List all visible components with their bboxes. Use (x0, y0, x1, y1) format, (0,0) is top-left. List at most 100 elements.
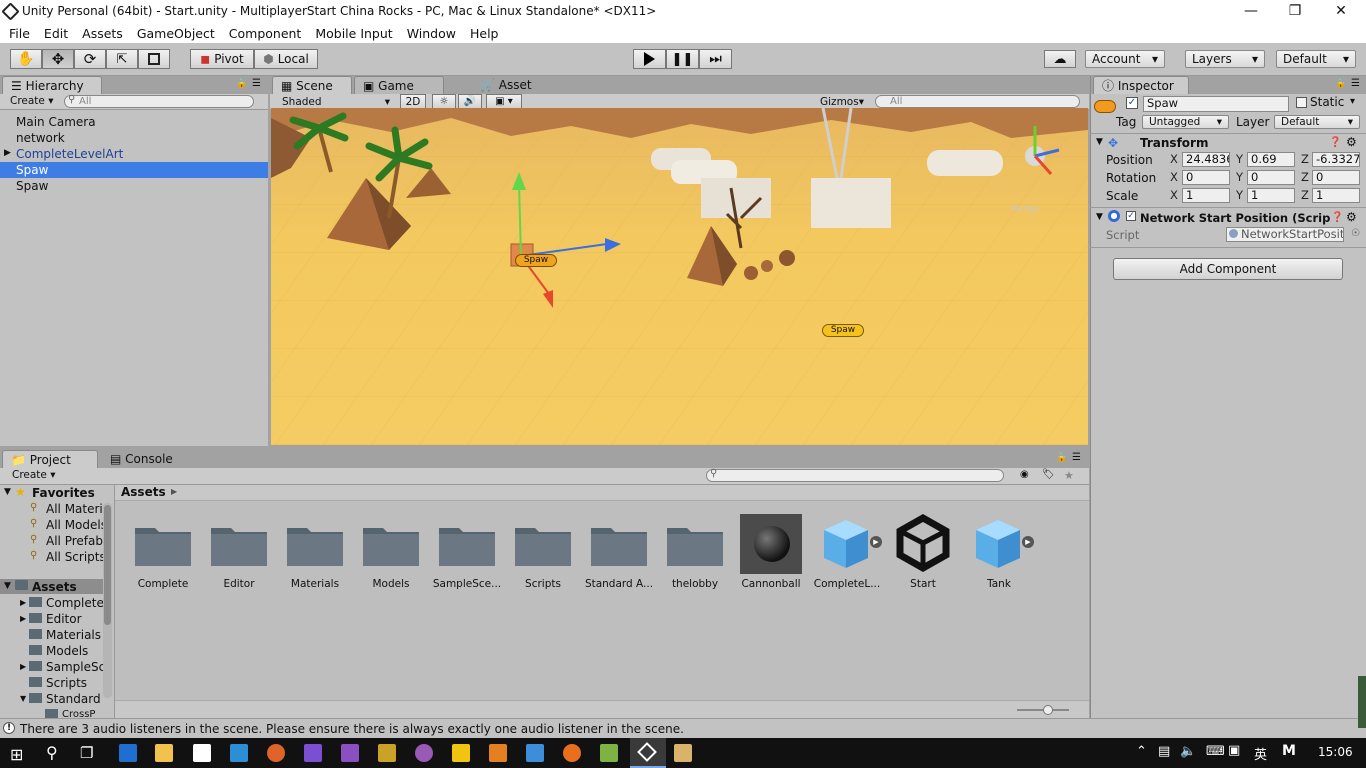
hierarchy-item-completelevelart[interactable]: CompleteLevelArt (16, 146, 123, 162)
unity-taskbar-button[interactable] (630, 738, 666, 768)
create-dropdown[interactable]: Create ▾ (4, 94, 60, 109)
message-icon[interactable]: ▣ (1228, 743, 1240, 758)
menu-window[interactable]: Window (400, 25, 463, 43)
expand-arrow-icon[interactable]: ▶ (20, 598, 26, 607)
assets-tree-item[interactable]: Models (46, 643, 88, 659)
app-icon[interactable] (489, 744, 507, 762)
favorite-item[interactable]: All Models (46, 517, 104, 533)
collapse-arrow-icon[interactable]: ▼ (1096, 212, 1103, 222)
position-y-field[interactable]: 0.69 (1247, 152, 1295, 167)
assets-tree-item[interactable]: Complete (46, 595, 104, 611)
panel-menu-icon[interactable]: ☰ (1351, 78, 1360, 89)
explorer-icon[interactable] (155, 744, 173, 762)
hierarchy-item-spaw[interactable]: Spaw (16, 178, 48, 194)
scale-x-field[interactable]: 1 (1182, 188, 1230, 203)
effects-dropdown[interactable]: ▣ ▾ (486, 94, 522, 109)
menu-component[interactable]: Component (222, 25, 309, 43)
expand-play-icon[interactable]: ▶ (870, 536, 882, 548)
filter-label-icon[interactable]: 🏷 (1042, 469, 1055, 480)
edge-icon[interactable] (119, 744, 137, 762)
app-icon[interactable] (526, 744, 544, 762)
blender-icon[interactable] (563, 744, 581, 762)
assets-tree-item[interactable]: CrossP (62, 707, 95, 718)
hierarchy-item-main-camera[interactable]: Main Camera (16, 114, 96, 130)
firefox-icon[interactable] (267, 744, 285, 762)
rotation-x-field[interactable]: 0 (1182, 170, 1230, 185)
status-bar[interactable]: ! There are 3 audio listeners in the sce… (0, 718, 1366, 738)
hierarchy-item-network[interactable]: network (16, 130, 65, 146)
cloud-button[interactable]: ☁ (1044, 50, 1076, 68)
scale-y-field[interactable]: 1 (1247, 188, 1295, 203)
hierarchy-item-spaw-selected[interactable]: Spaw (16, 162, 48, 178)
scene-viewport[interactable]: Spaw Spaw Persp (271, 108, 1088, 445)
menu-assets[interactable]: Assets (75, 25, 130, 43)
scene-search-input[interactable]: All (875, 95, 1080, 108)
network-icon[interactable]: ▤ (1158, 744, 1170, 759)
android-icon[interactable] (600, 744, 618, 762)
lighting-toggle[interactable]: ☼ (432, 94, 456, 109)
layout-dropdown[interactable]: Default ▾ (1276, 50, 1356, 68)
favorite-item[interactable]: All Prefab (46, 533, 103, 549)
tab-inspector[interactable]: ⓘ Inspector (1093, 76, 1189, 94)
menu-help[interactable]: Help (463, 25, 506, 43)
panel-menu-icon[interactable]: ☰ (1072, 452, 1081, 463)
assets-tree-item[interactable]: SampleSc (46, 659, 104, 675)
infinity-icon[interactable] (304, 744, 322, 762)
expand-play-icon[interactable]: ▶ (1022, 536, 1034, 548)
expand-arrow-icon[interactable]: ▶ (20, 614, 26, 623)
collapse-arrow-icon[interactable]: ▼ (20, 694, 26, 703)
menu-gameobject[interactable]: GameObject (130, 25, 222, 43)
favorite-item[interactable]: All Scripts (46, 549, 104, 565)
lock-icon[interactable]: 🔒 (1335, 79, 1346, 89)
object-name-input[interactable]: Spaw (1143, 96, 1289, 112)
local-toggle-button[interactable]: ⬢ Local (254, 49, 318, 69)
collapse-arrow-icon[interactable]: ▼ (1096, 137, 1103, 147)
pause-button[interactable]: ❚❚ (666, 49, 699, 69)
rotate-tool-button[interactable]: ⟳ (74, 49, 106, 69)
assets-tree-item[interactable]: Scripts (46, 675, 87, 691)
chevron-up-icon[interactable]: ⌃ (1136, 744, 1147, 759)
star-icon[interactable]: ★ (1064, 469, 1074, 482)
volume-icon[interactable]: 🔈 (1180, 744, 1196, 759)
help-icon[interactable]: ❓ (1329, 137, 1341, 148)
layer-dropdown[interactable]: Default ▾ (1274, 115, 1360, 129)
menu-file[interactable]: File (2, 25, 37, 43)
search-icon[interactable]: ⚲ (46, 743, 58, 762)
mode-2d-button[interactable]: 2D (400, 94, 426, 109)
breadcrumb-assets[interactable]: Assets (121, 485, 166, 499)
play-button[interactable] (633, 49, 666, 69)
pivot-toggle-button[interactable]: ◼ Pivot (190, 49, 254, 69)
tab-game[interactable]: ▣ Game (354, 76, 444, 94)
assets-tree-item[interactable]: Standard (46, 691, 101, 707)
script-field[interactable]: NetworkStartPosit (1226, 227, 1344, 242)
app-icon[interactable] (230, 744, 248, 762)
position-z-field[interactable]: -6.3327 (1312, 152, 1360, 167)
collapse-arrow-icon[interactable]: ▼ (4, 581, 11, 591)
gear-icon[interactable]: ⚙ (1346, 210, 1357, 224)
menu-mobile-input[interactable]: Mobile Input (308, 25, 399, 43)
notes-icon[interactable] (674, 744, 692, 762)
persp-label[interactable]: Persp (1011, 204, 1039, 215)
expand-arrow-icon[interactable]: ▶ (4, 148, 11, 158)
orb-icon[interactable] (415, 744, 433, 762)
minimize-button[interactable]: — (1228, 0, 1274, 24)
keyboard-icon[interactable]: ⌨ (1206, 744, 1225, 759)
expand-arrow-icon[interactable]: ▶ (20, 662, 26, 671)
tab-console[interactable]: ▤ Console (102, 450, 198, 468)
rotation-y-field[interactable]: 0 (1247, 170, 1295, 185)
hand-tool-button[interactable]: ✋ (10, 49, 42, 69)
zoom-slider-thumb[interactable] (1043, 705, 1053, 715)
close-button[interactable]: ✕ (1318, 0, 1364, 24)
lock-icon[interactable]: 🔒 (1056, 453, 1067, 463)
rotation-z-field[interactable]: 0 (1312, 170, 1360, 185)
audio-toggle[interactable]: 🔊 (458, 94, 482, 109)
account-dropdown[interactable]: Account ▾ (1085, 50, 1165, 68)
gizmos-dropdown[interactable]: Gizmos ▾ (814, 94, 870, 109)
scale-tool-button[interactable]: ⇱ (106, 49, 138, 69)
shading-dropdown[interactable]: Shaded ▾ (276, 94, 396, 109)
tree-scrollbar-thumb[interactable] (104, 505, 111, 625)
tab-project[interactable]: 📁 Project (2, 450, 98, 468)
filter-type-icon[interactable]: ◉ (1020, 469, 1029, 480)
static-checkbox[interactable] (1296, 97, 1307, 108)
panel-menu-icon[interactable]: ☰ (252, 78, 261, 89)
